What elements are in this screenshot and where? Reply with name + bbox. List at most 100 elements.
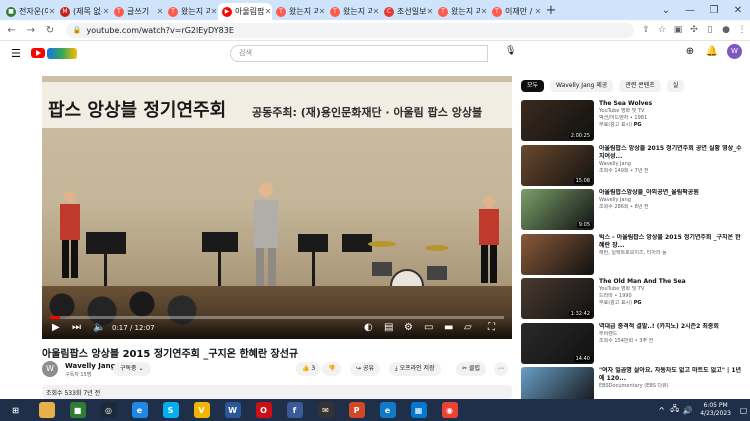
settings-gear-icon[interactable]: ⚙ [404, 322, 413, 333]
theater-mode-icon[interactable]: ▬ [444, 322, 453, 333]
browser-tab[interactable]: ■ 전자운(이 ✕ [2, 3, 56, 20]
extension-icon[interactable]: ▣ [670, 25, 686, 35]
tab-close-icon[interactable]: ✕ [480, 7, 488, 16]
progress-bar[interactable] [50, 316, 504, 319]
browser-tab[interactable]: ▶ 아울림팝 ✕ [218, 3, 272, 20]
tab-close-icon[interactable]: ✕ [372, 7, 380, 16]
search-input[interactable]: 검색 [230, 45, 488, 62]
taskbar-app-icon[interactable]: e [372, 399, 403, 421]
like-button[interactable]: 👍 3 [296, 362, 322, 376]
close-window-button[interactable]: ✕ [726, 5, 750, 16]
address-bar[interactable]: 🔒 youtube.com/watch?v=rG2lEyDY83E [65, 22, 635, 38]
video-player[interactable]: 팝스 앙상블 정기연주회 공동주최: (재)용인문화재단 · 아울림 팝스 앙상… [42, 76, 512, 339]
recommended-video[interactable]: 2:00:25 The Sea Wolves YouTube 영화 및 TV 액션/어… [521, 100, 746, 141]
taskbar-app-icon[interactable]: ◉ [434, 399, 465, 421]
new-tab-button[interactable]: + [542, 3, 560, 20]
tab-search-icon[interactable]: ⌄ [654, 5, 678, 16]
sidepanel-icon[interactable]: ▯ [702, 25, 718, 35]
taskbar-app-icon[interactable]: O [248, 399, 279, 421]
microphone-icon[interactable]: 🎙 [505, 46, 516, 56]
channel-name[interactable]: Wavelly Jang [65, 362, 116, 370]
browser-tab[interactable]: T 왔는지 과 ✕ [434, 3, 488, 20]
play-button[interactable]: ▶ [52, 322, 60, 333]
recommended-video[interactable]: 빅스 - 아울림팝스 앙상블 2015 정기연주회 _구지온 한혜란 장... 해… [521, 233, 746, 275]
filter-chip[interactable]: 관련 콘텐츠 [619, 80, 661, 92]
next-button[interactable]: ⏭ [72, 322, 81, 333]
recommended-video[interactable]: 15:08 아울림팝스 앙상블 2015 정기연주회 공연 실황 영상_수지여성.… [521, 144, 746, 186]
taskbar-app-icon[interactable] [31, 399, 62, 421]
taskbar-app-icon[interactable]: P [341, 399, 372, 421]
bookmark-star-icon[interactable]: ☆ [654, 25, 670, 35]
browser-tab[interactable]: T 이재만 / ✕ [488, 3, 542, 20]
profile-icon[interactable]: ● [718, 25, 734, 35]
subtitles-icon[interactable]: ▤ [384, 322, 393, 333]
puzzle-icon[interactable]: ✣ [686, 25, 702, 35]
autoplay-toggle-icon[interactable]: ◐ [364, 322, 373, 333]
clip-button[interactable]: ✂ 클립 [456, 362, 486, 376]
taskbar-app-icon[interactable]: e [124, 399, 155, 421]
taskbar-app-icon[interactable]: ▦ [403, 399, 434, 421]
browser-tab[interactable]: T 왔는지 과 ✕ [326, 3, 380, 20]
filter-chip[interactable]: Wavelly Jang 제공 [550, 80, 614, 92]
cast-icon[interactable]: ▱ [464, 322, 472, 333]
browser-tab[interactable]: T 왔는지 과 ✕ [272, 3, 326, 20]
dislike-button[interactable]: 👎 [322, 362, 342, 376]
windows-start-button[interactable]: ⊞ [0, 399, 31, 421]
tab-close-icon[interactable]: ✕ [426, 7, 434, 16]
forward-button[interactable]: → [23, 25, 38, 36]
taskbar-app-icon[interactable]: f [279, 399, 310, 421]
browser-tab[interactable]: M(제목 없음✕ [56, 3, 110, 20]
download-button[interactable]: ⤓ 오프라인 저장 [389, 362, 441, 376]
share-icon[interactable]: ⇪ [638, 25, 654, 35]
subscribe-button[interactable]: 구독중 ⌄ [113, 362, 151, 376]
taskbar-app-icon[interactable]: S [155, 399, 186, 421]
tab-close-icon[interactable]: ✕ [102, 7, 110, 16]
recommended-video[interactable]: 9:05 아울림팝스앙상블_아외공연_울림팍공원 Wavelly Jang 조회수 2… [521, 189, 746, 230]
share-button[interactable]: ↪ 공유 [350, 362, 380, 376]
taskbar-app-icon[interactable]: ◎ [93, 399, 124, 421]
recommended-video[interactable]: 1:32:42 The Old Man And The Sea YouTube 영화… [521, 278, 746, 319]
video-thumbnail[interactable]: 2:00:25 [521, 100, 594, 141]
video-thumbnail[interactable]: 14:40 [521, 322, 594, 364]
create-video-icon[interactable]: ⊕ [679, 46, 701, 57]
taskbar-app-icon[interactable]: ✉ [310, 399, 341, 421]
tab-close-icon[interactable]: ✕ [534, 7, 542, 16]
notification-icon[interactable]: ▢ [737, 406, 750, 415]
tab-close-icon[interactable]: ✕ [264, 7, 272, 16]
volume-icon[interactable]: 🔈 [93, 322, 105, 333]
notifications-bell-icon[interactable]: 🔔 [701, 46, 723, 57]
taskbar-app-icon[interactable]: W [217, 399, 248, 421]
miniplayer-icon[interactable]: ▭ [424, 322, 433, 333]
tray-chevron-icon[interactable]: ^ [655, 406, 668, 415]
fullscreen-icon[interactable]: ⛶ [488, 322, 495, 333]
maximize-button[interactable]: ❐ [702, 5, 726, 16]
description-box[interactable]: 조회수 533회 7년 전 [42, 385, 512, 399]
browser-tab[interactable]: T 글쓰기 ✕ [110, 3, 164, 20]
system-clock[interactable]: 6:05 PM 4/23/2023 [700, 402, 731, 418]
tab-close-icon[interactable]: ✕ [156, 7, 164, 16]
tab-close-icon[interactable]: ✕ [48, 7, 56, 16]
channel-avatar[interactable]: W [42, 361, 58, 377]
volume-tray-icon[interactable]: 🔊 [681, 406, 694, 415]
menu-icon[interactable]: ⋮ [734, 25, 750, 35]
more-actions-button[interactable]: ⋯ [494, 362, 508, 376]
video-thumbnail[interactable]: 1:32:42 [521, 278, 594, 319]
filter-chip[interactable]: 실 [666, 80, 685, 92]
recommended-video[interactable]: 14:40 역대급 충격적 결말..! (카지노) 2시즌2 최종회 무비랜드 조회수… [521, 322, 746, 364]
video-thumbnail[interactable]: 9:05 [521, 189, 594, 230]
video-thumbnail[interactable]: 15:08 [521, 144, 594, 186]
filter-chip[interactable]: 모두 [521, 80, 545, 92]
browser-tab[interactable]: C 조선일보 ✕ [380, 3, 434, 20]
tab-close-icon[interactable]: ✕ [318, 7, 326, 16]
video-thumbnail[interactable] [521, 233, 594, 275]
back-button[interactable]: ← [4, 25, 19, 36]
taskbar-app-icon[interactable]: V [186, 399, 217, 421]
reload-button[interactable]: ↻ [43, 25, 58, 36]
taskbar-app-icon[interactable]: ■ [62, 399, 93, 421]
account-avatar[interactable]: W [727, 44, 742, 59]
browser-tab[interactable]: T 왔는지 과 ✕ [164, 3, 218, 20]
network-icon[interactable]: 🖧 [668, 403, 681, 417]
hamburger-menu-icon[interactable]: ☰ [11, 47, 21, 60]
tab-close-icon[interactable]: ✕ [210, 7, 218, 16]
minimize-button[interactable]: — [678, 5, 702, 16]
